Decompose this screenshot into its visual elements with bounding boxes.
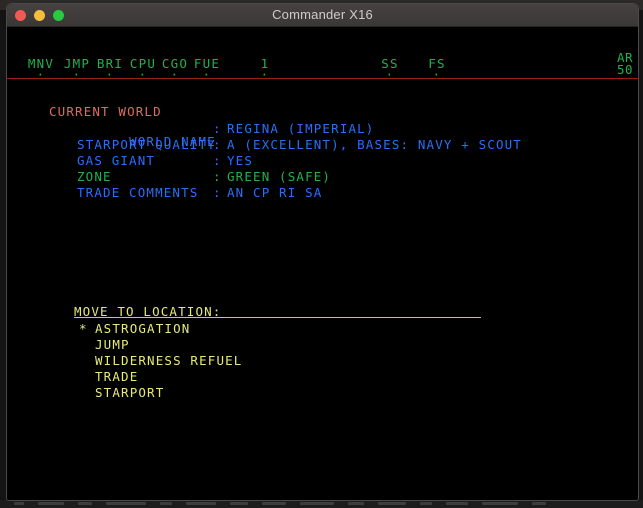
world-row-trade-comments: TRADE COMMENTS	[77, 185, 199, 200]
menu-item-astrogation[interactable]: ASTROGATION	[95, 322, 190, 335]
world-row-zone-sep: :	[213, 169, 222, 184]
world-row-trade-comments-value: AN CP RI SA	[227, 185, 323, 200]
status-bar-divider	[7, 78, 638, 79]
status-indicator-ss: SS ·	[378, 57, 402, 81]
status-indicator-bri: BRI ·	[95, 57, 125, 81]
window-title: Commander X16	[272, 7, 373, 22]
menu-title-underline	[74, 317, 481, 318]
background-window-text-fleck	[482, 502, 518, 505]
world-row-starport-quality-value: A (EXCELLENT), BASES: NAVY + SCOUT	[227, 137, 522, 152]
armor-readout-value: 50	[616, 62, 633, 77]
background-window-text-fleck	[14, 502, 24, 505]
current-world-heading: CURRENT WORLD	[49, 104, 162, 119]
menu-item-jump[interactable]: JUMP	[95, 338, 130, 351]
emulator-screen[interactable]: MNV · JMP · BRI · CPU · CGO · FUE · 1 · …	[7, 27, 638, 500]
window-titlebar[interactable]: Commander X16	[7, 4, 638, 27]
world-row-zone-value: GREEN (SAFE)	[227, 169, 332, 184]
background-window-text-fleck	[532, 502, 546, 505]
background-window-text-fleck	[38, 502, 64, 505]
background-window-text-fleck	[106, 502, 146, 505]
background-window-text-fleck	[160, 502, 172, 505]
world-row-starport-quality: STARPORT QUALITY	[77, 137, 216, 152]
menu-item-wilderness-refuel[interactable]: WILDERNESS REFUEL	[95, 354, 243, 367]
background-window-text-fleck	[78, 502, 92, 505]
background-window-text-fleck	[420, 502, 432, 505]
world-row-world-name-value: REGINA (IMPERIAL)	[227, 121, 375, 136]
background-window-text-fleck	[262, 502, 286, 505]
world-row-gas-giant-value: YES	[227, 153, 254, 168]
status-indicator-page: 1 ·	[255, 57, 275, 81]
armor-readout: AR 50	[616, 51, 633, 77]
menu-selection-cursor-icon: *	[79, 321, 88, 336]
world-row-zone: ZONE	[77, 169, 112, 184]
world-row-starport-quality-sep: :	[213, 137, 222, 152]
world-row-gas-giant-sep: :	[213, 153, 222, 168]
status-indicator-cpu: CPU ·	[128, 57, 158, 81]
status-indicator-fs: FS ·	[425, 57, 449, 81]
status-indicator-mnv: MNV ·	[26, 57, 56, 81]
menu-item-trade[interactable]: TRADE	[95, 370, 138, 383]
world-row-trade-comments-sep: :	[213, 185, 222, 200]
background-window-text-fleck	[186, 502, 216, 505]
background-window-text-fleck	[300, 502, 334, 505]
world-row-world-name-sep: :	[213, 121, 222, 136]
commander-x16-window[interactable]: Commander X16 MNV · JMP · BRI · CPU · CG…	[6, 3, 639, 501]
background-window-text-fleck	[230, 502, 248, 505]
status-indicator-fue: FUE ·	[192, 57, 222, 81]
menu-item-starport[interactable]: STARPORT	[95, 386, 164, 399]
background-window-text-fleck	[446, 502, 468, 505]
background-window-text-fleck	[378, 502, 406, 505]
status-indicator-jmp: JMP ·	[62, 57, 92, 81]
status-bar: MNV · JMP · BRI · CPU · CGO · FUE · 1 · …	[7, 27, 638, 81]
world-row-gas-giant: GAS GIANT	[77, 153, 156, 168]
status-indicator-cgo: CGO ·	[160, 57, 190, 81]
background-window-text-fleck	[348, 502, 364, 505]
